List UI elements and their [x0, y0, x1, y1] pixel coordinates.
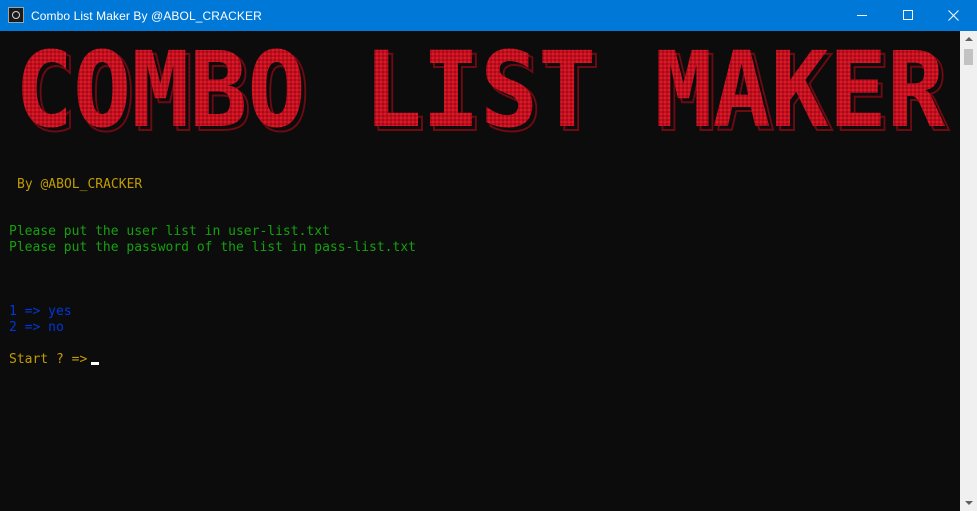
instruction-user-list: Please put the user list in user-list.tx…: [9, 224, 330, 239]
instruction-pass-list: Please put the password of the list in p…: [9, 240, 416, 255]
scroll-down-arrow-icon[interactable]: [960, 494, 977, 511]
maximize-button[interactable]: [885, 0, 931, 31]
text-cursor: [91, 362, 100, 365]
close-button[interactable]: [931, 0, 977, 31]
banner-text: COMBO LIST MAKER: [15, 41, 945, 145]
vertical-scrollbar[interactable]: [960, 31, 977, 511]
scroll-thumb[interactable]: [964, 49, 973, 65]
start-prompt-line[interactable]: Start ? =>: [9, 352, 100, 368]
scroll-up-arrow-icon[interactable]: [960, 31, 977, 48]
title-bar[interactable]: Combo List Maker By @ABOL_CRACKER: [0, 0, 977, 31]
option-yes: 1 => yes: [9, 304, 72, 319]
option-no: 2 => no: [9, 320, 64, 335]
console-output[interactable]: COMBO LIST MAKER COMBO LIST MAKER By @AB…: [0, 31, 960, 511]
minimize-button[interactable]: [839, 0, 885, 31]
window-title: Combo List Maker By @ABOL_CRACKER: [31, 9, 262, 23]
ascii-banner: COMBO LIST MAKER COMBO LIST MAKER: [15, 41, 950, 145]
console-icon[interactable]: [8, 7, 24, 23]
start-prompt: Start ? =>: [9, 352, 88, 367]
console-window: Combo List Maker By @ABOL_CRACKER COMBO …: [0, 0, 977, 511]
author-credit: By @ABOL_CRACKER: [17, 177, 143, 192]
close-icon: [948, 10, 959, 21]
